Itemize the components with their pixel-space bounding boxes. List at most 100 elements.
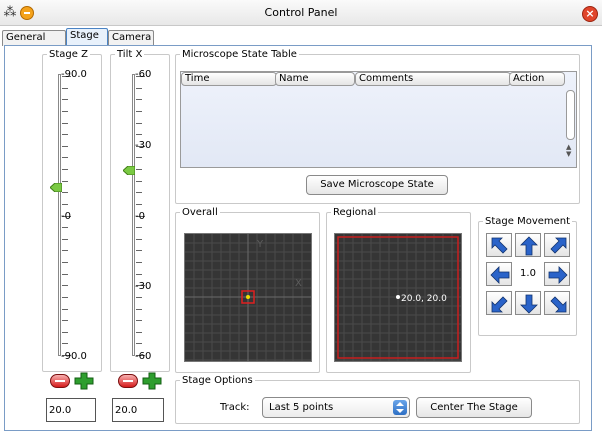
stage-z-slider-thumb[interactable]	[50, 183, 62, 192]
move-down-right-button[interactable]	[544, 291, 570, 315]
tilt-x-plus-button[interactable]	[142, 372, 162, 390]
tilt-x-minus-button[interactable]	[118, 374, 138, 388]
stage-options-title: Stage Options	[182, 375, 253, 386]
slider-tick	[62, 123, 68, 124]
regional-plot[interactable]: 20.0, 20.0	[334, 233, 462, 362]
regional-stage-point	[396, 295, 400, 299]
move-up-left-button[interactable]	[486, 233, 512, 257]
save-state-button[interactable]: Save Microscope State	[306, 175, 448, 195]
arrow-down-icon	[520, 294, 538, 314]
arrow-down-left-icon	[491, 296, 508, 313]
center-stage-button[interactable]: Center The Stage	[416, 397, 532, 418]
tilt-x-label-60-bottom: -60	[135, 351, 152, 362]
slider-tick	[62, 343, 68, 344]
slider-tick	[62, 309, 68, 310]
column-header-comments[interactable]: Comments	[355, 72, 511, 86]
tilt-x-label-30-top: -30	[135, 140, 152, 151]
step-size-value: 1.0	[520, 268, 536, 279]
slider-tick	[136, 262, 142, 263]
move-up-button[interactable]	[515, 233, 541, 257]
track-label: Track:	[220, 402, 250, 413]
tilt-x-label-zero: -0	[135, 211, 145, 222]
slider-tick	[136, 250, 142, 251]
close-button[interactable]: ×	[582, 6, 598, 22]
state-table-title: Microscope State Table	[182, 49, 297, 60]
stage-z-label-zero: -0	[61, 211, 71, 222]
overall-axis-y-label: Y	[257, 239, 264, 250]
move-down-left-button[interactable]	[486, 291, 512, 315]
column-header-name[interactable]: Name	[275, 72, 355, 86]
slider-tick	[136, 181, 142, 182]
slider-tick	[62, 285, 68, 286]
regional-point-label: 20.0, 20.0	[401, 294, 447, 304]
slider-tick	[62, 146, 68, 147]
slider-tick	[62, 250, 68, 251]
arrow-up-right-icon	[550, 237, 567, 254]
tilt-x-value-field[interactable]: 20.0	[112, 398, 164, 422]
slider-tick	[136, 343, 142, 344]
slider-tick	[136, 99, 142, 100]
slider-tick	[62, 204, 68, 205]
slider-tick	[62, 192, 68, 193]
track-select-value: Last 5 points	[269, 402, 334, 413]
column-header-time[interactable]: Time	[181, 72, 277, 86]
slider-tick	[136, 88, 142, 89]
slider-tick	[62, 134, 68, 135]
stage-movement-title: Stage Movement	[485, 216, 571, 227]
tilt-x-title: Tilt X	[117, 49, 143, 60]
slider-tick	[62, 111, 68, 112]
slider-tick	[136, 309, 142, 310]
slider-tick	[136, 227, 142, 228]
stage-z-plus-button[interactable]	[74, 372, 94, 390]
track-select[interactable]: Last 5 points	[262, 397, 410, 418]
overall-title: Overall	[182, 207, 218, 218]
regional-title: Regional	[333, 207, 377, 218]
slider-tick	[136, 111, 142, 112]
tilt-x-label-30-bottom: -30	[135, 281, 152, 292]
stage-z-title: Stage Z	[49, 49, 88, 60]
slider-tick	[136, 297, 142, 298]
arrow-up-left-icon	[491, 237, 508, 254]
move-down-button[interactable]	[515, 291, 541, 315]
arrow-left-icon	[490, 266, 510, 284]
title-bar: ⁂ Control Panel ×	[0, 0, 602, 26]
state-table[interactable]: Time Name Comments Action ▲ ▼	[180, 71, 577, 168]
slider-tick	[136, 123, 142, 124]
move-right-button[interactable]	[544, 262, 570, 286]
window-title: Control Panel	[264, 6, 338, 19]
slider-tick	[136, 274, 142, 275]
tab-stage[interactable]: Stage	[66, 28, 108, 46]
select-arrows-icon	[393, 400, 407, 415]
stage-z-minus-button[interactable]	[50, 374, 70, 388]
arrow-right-icon	[548, 266, 568, 284]
scroll-arrows-icon[interactable]: ▲ ▼	[566, 144, 571, 158]
slider-tick	[136, 332, 142, 333]
slider-tick	[62, 157, 68, 158]
slider-tick	[62, 227, 68, 228]
tilt-x-slider-thumb[interactable]	[123, 166, 135, 175]
slider-tick	[62, 88, 68, 89]
slider-tick	[62, 320, 68, 321]
slider-tick	[62, 239, 68, 240]
stage-z-label-bottom: -90.0	[61, 351, 87, 362]
tab-camera[interactable]: Camera	[108, 30, 154, 46]
move-left-button[interactable]	[486, 262, 512, 286]
slider-tick	[136, 320, 142, 321]
slider-tick	[62, 297, 68, 298]
overall-axis-x-label: X	[295, 278, 302, 289]
slider-tick	[62, 332, 68, 333]
overall-plot[interactable]: Y X	[184, 233, 312, 362]
arrow-up-icon	[520, 236, 538, 256]
slider-tick	[136, 134, 142, 135]
stage-z-value-field[interactable]: 20.0	[46, 398, 96, 422]
slider-tick	[136, 239, 142, 240]
slider-tick	[62, 274, 68, 275]
slider-tick	[136, 169, 142, 170]
column-header-action[interactable]: Action	[509, 72, 565, 86]
table-scrollbar-thumb[interactable]	[566, 90, 575, 140]
slider-tick	[136, 192, 142, 193]
tab-general[interactable]: General	[2, 30, 66, 46]
stage-z-group: Stage Z	[42, 49, 102, 372]
stage-z-label-top: -90.0	[61, 69, 87, 80]
move-up-right-button[interactable]	[544, 233, 570, 257]
